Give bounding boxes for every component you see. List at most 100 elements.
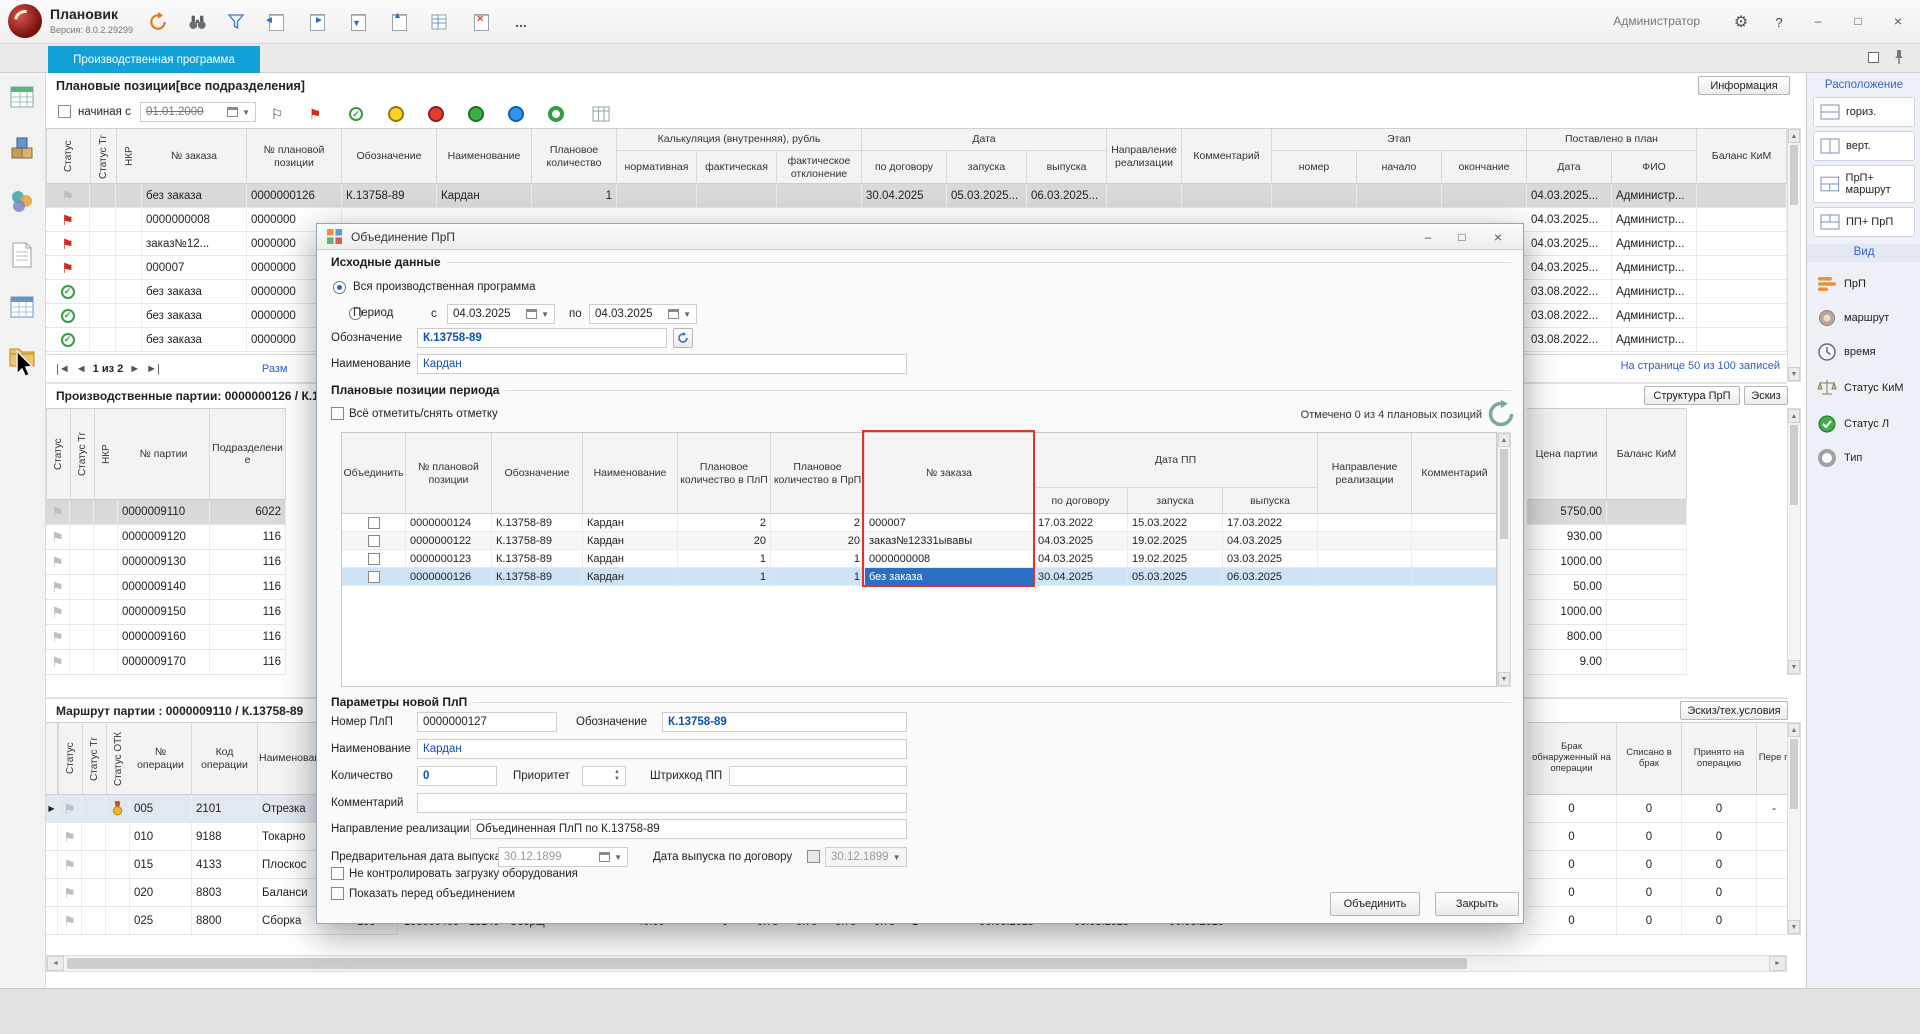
calendar-icon[interactable] [526, 309, 537, 319]
barcode-field[interactable] [729, 766, 907, 786]
page-size-label[interactable]: Разм [262, 363, 288, 375]
scroll-up-arrow[interactable]: ▲ [1498, 433, 1510, 447]
batches-vscrollbar[interactable]: ▲ ▼ [1787, 408, 1801, 675]
scroll-thumb[interactable] [67, 958, 1467, 969]
scroll-down-arrow[interactable]: ▼ [1788, 660, 1800, 674]
status-ring-icon[interactable] [541, 100, 571, 128]
from-date-field[interactable]: 04.03.2025▼ [447, 304, 555, 324]
table-row[interactable]: 000 [1527, 851, 1792, 879]
dropdown-arrow-icon[interactable]: ▼ [614, 853, 622, 862]
layout-vertical-button[interactable]: верт. [1813, 131, 1915, 161]
direction-field[interactable]: Объединенная ПлП по К.13758-89 [470, 819, 907, 839]
status-done-icon[interactable]: ✓ [341, 100, 371, 128]
refresh-positions-icon[interactable] [1487, 400, 1515, 428]
page-last-button[interactable]: ►| [146, 363, 160, 375]
table-row[interactable]: 5750.00 [1527, 500, 1687, 525]
select-all-checkbox[interactable] [331, 407, 344, 420]
more-icon[interactable]: ... [506, 8, 536, 36]
contract-date-checkbox[interactable] [807, 850, 820, 863]
page-next-button[interactable]: ► [129, 363, 140, 375]
scroll-down-arrow[interactable]: ▼ [1498, 672, 1510, 686]
dialog-minimize-button[interactable]: – [1413, 227, 1443, 247]
resources-icon[interactable] [8, 187, 36, 215]
merge-button[interactable]: Объединить [1330, 892, 1420, 916]
calendar-icon[interactable] [668, 309, 679, 319]
window-close-button[interactable]: × [1880, 8, 1916, 34]
dropdown-arrow-icon[interactable]: ▼ [541, 310, 549, 319]
view-route-button[interactable]: маршрут [1811, 303, 1917, 333]
qty-field[interactable]: 0 [417, 766, 497, 786]
merge-checkbox[interactable] [368, 553, 380, 565]
table-row[interactable]: 000 [1527, 823, 1792, 851]
table-row[interactable]: ⚑0000009170116 [46, 650, 286, 675]
table-row[interactable]: ⚑ без заказа 0000000126 К.13758-89 Карда… [46, 184, 1787, 208]
list-arrow-down-icon[interactable]: ▼ [343, 8, 373, 36]
scroll-thumb[interactable] [1790, 739, 1798, 809]
list-arrow-up-icon[interactable]: ▲ [384, 8, 414, 36]
flag-red-icon[interactable]: ⚑ [300, 100, 330, 128]
predate-field[interactable]: 30.12.1899▼ [498, 847, 628, 867]
designation-refresh-button[interactable] [673, 328, 693, 348]
show-before-merge-checkbox[interactable] [331, 887, 344, 900]
view-prp-button[interactable]: ПрП [1811, 269, 1917, 299]
tab-production-program[interactable]: Производственная программа [48, 46, 260, 73]
status-blue-icon[interactable] [501, 100, 531, 128]
pin-icon[interactable] [1893, 49, 1905, 65]
table-row[interactable]: ⚑00000091106022 [46, 500, 286, 525]
radio-all-program[interactable] [333, 281, 346, 294]
documents-icon[interactable] [10, 241, 34, 269]
table-row[interactable]: 000 [1527, 907, 1792, 935]
planning-vscrollbar[interactable]: ▲ ▼ [1787, 128, 1801, 382]
params-designation-field[interactable]: К.13758-89 [662, 712, 907, 732]
table-row[interactable]: 9.00 [1527, 650, 1687, 675]
calendar-icon[interactable] [599, 852, 610, 862]
start-filter-checkbox[interactable] [58, 105, 71, 118]
records-per-page-label[interactable]: На странице 50 из 100 записей [1480, 360, 1780, 372]
list-arrow-left-icon[interactable]: ◄ [261, 8, 291, 36]
merge-checkbox[interactable] [368, 571, 380, 583]
positions-vscrollbar[interactable]: ▲ ▼ [1497, 432, 1511, 687]
layout-horizontal-button[interactable]: гориз. [1813, 97, 1915, 127]
merge-checkbox[interactable] [368, 535, 380, 547]
scroll-left-arrow[interactable]: ◄ [47, 956, 64, 971]
table-row[interactable]: 50.00 [1527, 575, 1687, 600]
table-row[interactable]: ⚑0000009160116 [46, 625, 286, 650]
window-maximize-button[interactable]: □ [1840, 8, 1876, 34]
scroll-up-arrow[interactable]: ▲ [1788, 129, 1800, 143]
prp-structure-button[interactable]: Структура ПрП [1644, 386, 1740, 405]
comment-field[interactable] [417, 793, 907, 813]
columns-settings-icon[interactable] [586, 100, 616, 128]
dropdown-arrow-icon[interactable]: ▼ [242, 108, 250, 117]
designation-field[interactable]: К.13758-89 [417, 328, 667, 348]
route-vscrollbar[interactable]: ▲ ▼ [1787, 722, 1801, 935]
dropdown-arrow-icon[interactable]: ▼ [683, 310, 691, 319]
dialog-close-button[interactable]: × [1481, 227, 1515, 247]
page-first-button[interactable]: |◄ [56, 363, 70, 375]
table-row[interactable]: ⚑0000009120116 [46, 525, 286, 550]
table-row[interactable]: ⚑0000009150116 [46, 600, 286, 625]
status-green-icon[interactable] [461, 100, 491, 128]
reports-icon[interactable] [8, 293, 36, 321]
scroll-thumb[interactable] [1790, 425, 1798, 505]
flag-outline-icon[interactable]: ⚐ [262, 100, 292, 128]
layout-prp-route-button[interactable]: ПрП+ маршрут [1813, 165, 1915, 203]
table-row[interactable]: 000 [1527, 879, 1792, 907]
horizontal-scrollbar[interactable]: ◄ ► [46, 955, 1787, 972]
table-row[interactable]: ⚑0000009140116 [46, 575, 286, 600]
view-status-kim-button[interactable]: Статус КиМ [1811, 371, 1917, 405]
start-date-field[interactable]: 01.01.2000 ▼ [140, 102, 256, 122]
table-row[interactable]: 930.00 [1527, 525, 1687, 550]
list-arrow-right-icon[interactable]: ► [302, 8, 332, 36]
calendar-icon[interactable] [227, 107, 238, 117]
view-type-button[interactable]: Тип [1811, 443, 1917, 473]
page-prev-button[interactable]: ◄ [76, 363, 87, 375]
status-red-icon[interactable] [421, 100, 451, 128]
no-load-control-checkbox[interactable] [331, 867, 344, 880]
scroll-up-arrow[interactable]: ▲ [1788, 723, 1800, 737]
table-row[interactable]: 1000.00 [1527, 550, 1687, 575]
view-status-l-button[interactable]: Статус Л [1811, 409, 1917, 439]
dialog-maximize-button[interactable]: □ [1447, 227, 1477, 247]
warehouse-icon[interactable] [8, 135, 36, 163]
table-row[interactable]: 800.00 [1527, 625, 1687, 650]
list-delete-icon[interactable]: × [466, 8, 496, 36]
